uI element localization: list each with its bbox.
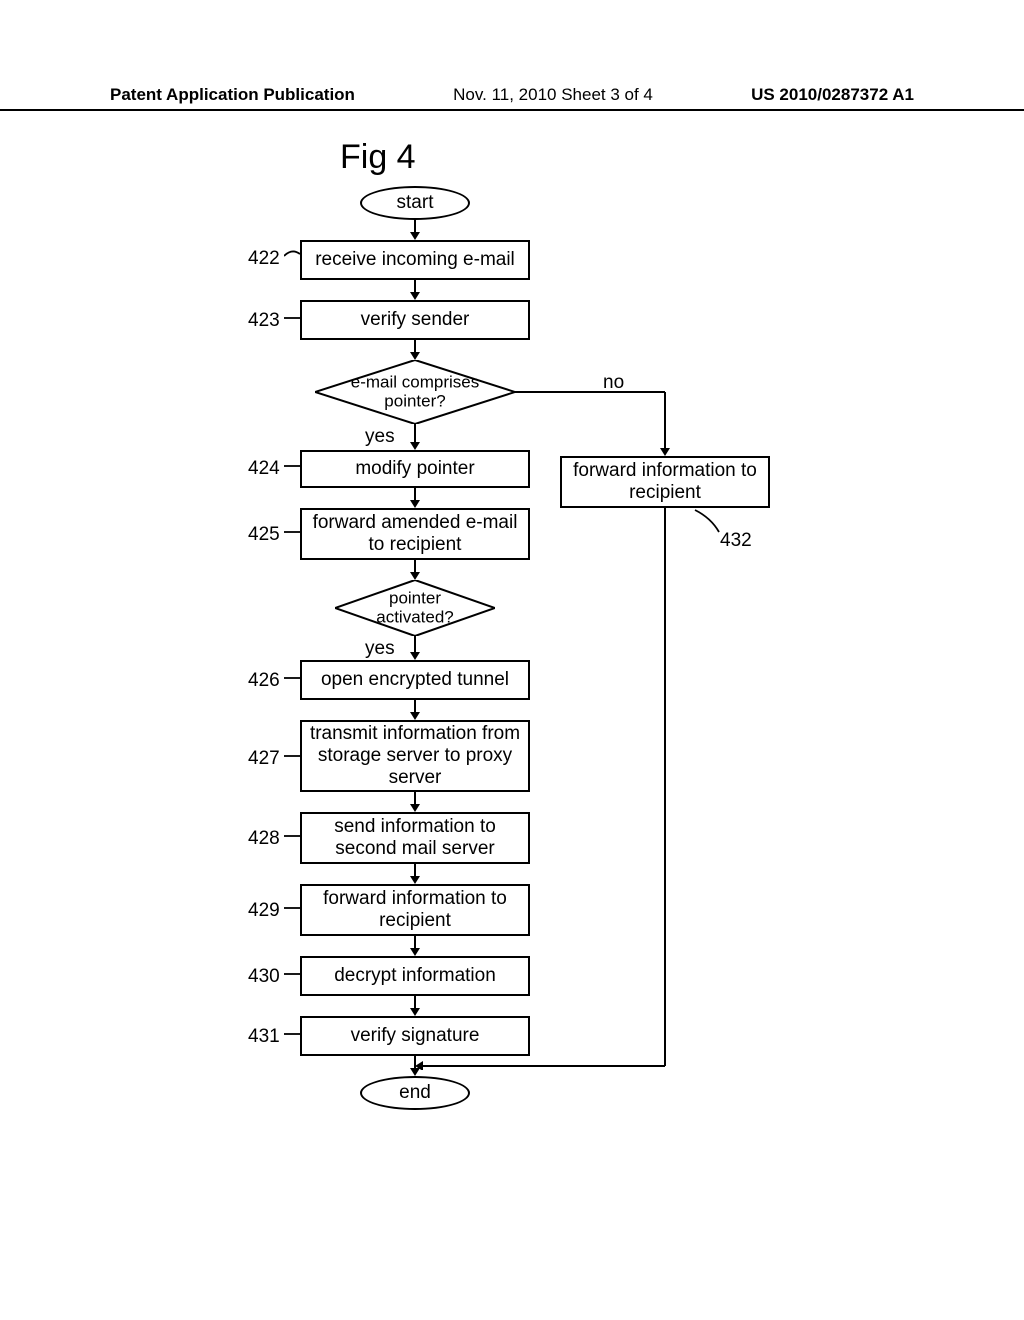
figure-title: Fig 4 — [340, 138, 416, 177]
arrow-423-d1 — [410, 340, 420, 360]
lead-432 — [693, 508, 723, 536]
ref-431: 431 — [248, 1026, 280, 1048]
lead-423 — [284, 312, 302, 324]
lead-425 — [284, 526, 302, 538]
lead-427 — [284, 750, 302, 762]
decision-pointer: e-mail comprises pointer? — [315, 360, 515, 424]
lead-430 — [284, 968, 302, 980]
start-terminator: start — [360, 186, 470, 220]
lead-426 — [284, 672, 302, 684]
end-terminator: end — [360, 1076, 470, 1110]
start-label: start — [397, 192, 434, 214]
page-header: Patent Application Publication Nov. 11, … — [0, 85, 1024, 111]
lead-431 — [284, 1028, 302, 1040]
arrow-432-end — [415, 508, 675, 1070]
ref-422: 422 — [248, 248, 280, 270]
diagram-canvas: Fig 4 start receive incoming e-mail 422 … — [0, 130, 1024, 1280]
lead-422 — [284, 248, 302, 262]
arrow-424-425 — [410, 488, 420, 508]
step-432-label: forward information to recipient — [566, 460, 764, 504]
end-label: end — [399, 1082, 431, 1104]
ref-428: 428 — [248, 828, 280, 850]
ref-423: 423 — [248, 310, 280, 332]
header-right: US 2010/0287372 A1 — [751, 85, 914, 105]
ref-429: 429 — [248, 900, 280, 922]
ref-430: 430 — [248, 966, 280, 988]
lead-424 — [284, 460, 302, 472]
ref-424: 424 — [248, 458, 280, 480]
step-424-label: modify pointer — [355, 458, 474, 480]
ref-432: 432 — [720, 530, 752, 552]
step-423: verify sender — [300, 300, 530, 340]
header-left: Patent Application Publication — [110, 85, 355, 105]
d2-yes-label: yes — [365, 638, 395, 660]
lead-429 — [284, 902, 302, 914]
decision-pointer-label: e-mail comprises pointer? — [315, 373, 515, 410]
arrow-d1-424 — [410, 424, 420, 450]
ref-425: 425 — [248, 524, 280, 546]
d1-yes-label: yes — [365, 426, 395, 448]
ref-426: 426 — [248, 670, 280, 692]
step-422: receive incoming e-mail — [300, 240, 530, 280]
arrow-422-423 — [410, 280, 420, 300]
step-422-label: receive incoming e-mail — [315, 249, 515, 271]
arrow-d1-432 — [515, 388, 695, 458]
arrow-start-422 — [410, 220, 420, 240]
ref-427: 427 — [248, 748, 280, 770]
step-423-label: verify sender — [361, 309, 470, 331]
header-center: Nov. 11, 2010 Sheet 3 of 4 — [453, 85, 653, 105]
step-432: forward information to recipient — [560, 456, 770, 508]
step-424: modify pointer — [300, 450, 530, 488]
lead-428 — [284, 830, 302, 842]
